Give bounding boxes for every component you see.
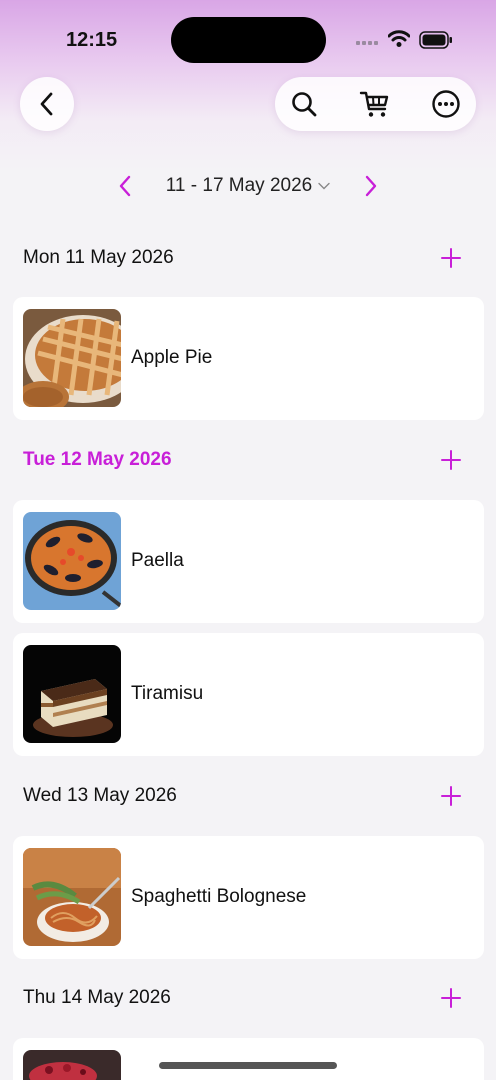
more-options-button[interactable] — [419, 77, 473, 131]
back-button[interactable] — [20, 77, 74, 131]
meal-name: Paella — [131, 550, 184, 571]
cart-icon — [359, 91, 389, 117]
meal-card-apple-pie[interactable]: Apple Pie — [13, 297, 484, 420]
search-button[interactable] — [277, 77, 331, 131]
status-bar: 12:15 — [0, 0, 496, 80]
add-meal-button[interactable] — [434, 779, 468, 813]
battery-icon — [419, 31, 452, 49]
more-icon — [432, 90, 460, 118]
plus-icon — [441, 248, 461, 268]
tiramisu-image — [23, 645, 121, 743]
apple-pie-image — [23, 309, 121, 407]
week-picker[interactable]: 11 - 17 May 2026 — [150, 166, 346, 206]
day-header-wednesday: Wed 13 May 2026 — [0, 777, 496, 817]
meal-card-tiramisu[interactable]: Tiramisu — [13, 633, 484, 756]
day-header-thursday: Thu 14 May 2026 — [0, 979, 496, 1019]
paella-image — [23, 512, 121, 610]
day-title: Thu 14 May 2026 — [23, 987, 171, 1008]
day-header-monday: Mon 11 May 2026 — [0, 239, 496, 279]
week-selector: 11 - 17 May 2026 — [0, 166, 496, 206]
home-indicator — [159, 1062, 337, 1069]
status-time: 12:15 — [66, 29, 118, 51]
add-meal-button[interactable] — [434, 981, 468, 1015]
next-week-button[interactable] — [356, 170, 386, 202]
plus-icon — [441, 988, 461, 1008]
day-title: Wed 13 May 2026 — [23, 785, 177, 806]
meal-name: Spaghetti Bolognese — [131, 886, 307, 907]
meal-name: Tiramisu — [131, 683, 204, 704]
previous-week-button[interactable] — [110, 170, 140, 202]
plus-icon — [441, 450, 461, 470]
dynamic-island — [171, 17, 326, 63]
cellular-signal-icon — [356, 41, 378, 45]
week-label: 11 - 17 May 2026 — [165, 175, 313, 196]
meal-name: Apple Pie — [131, 347, 213, 368]
plus-icon — [441, 786, 461, 806]
chevron-right-icon — [365, 175, 377, 197]
dessert-image — [23, 1050, 121, 1080]
day-header-tuesday: Tue 12 May 2026 — [0, 441, 496, 481]
spaghetti-bolognese-image — [23, 848, 121, 946]
meal-card-spaghetti-bolognese[interactable]: Spaghetti Bolognese — [13, 836, 484, 959]
toolbar-actions — [275, 77, 476, 131]
add-meal-button[interactable] — [434, 241, 468, 275]
chevron-down-icon — [318, 182, 330, 190]
chevron-left-icon — [119, 175, 131, 197]
add-meal-button[interactable] — [434, 443, 468, 477]
meal-card-paella[interactable]: Paella — [13, 500, 484, 623]
wifi-icon — [388, 30, 410, 47]
shopping-cart-button[interactable] — [348, 77, 402, 131]
chevron-left-icon — [40, 92, 53, 116]
day-title-today: Tue 12 May 2026 — [23, 449, 172, 470]
search-icon — [292, 92, 317, 117]
day-title: Mon 11 May 2026 — [23, 247, 174, 268]
meal-card-partial[interactable] — [13, 1038, 484, 1080]
